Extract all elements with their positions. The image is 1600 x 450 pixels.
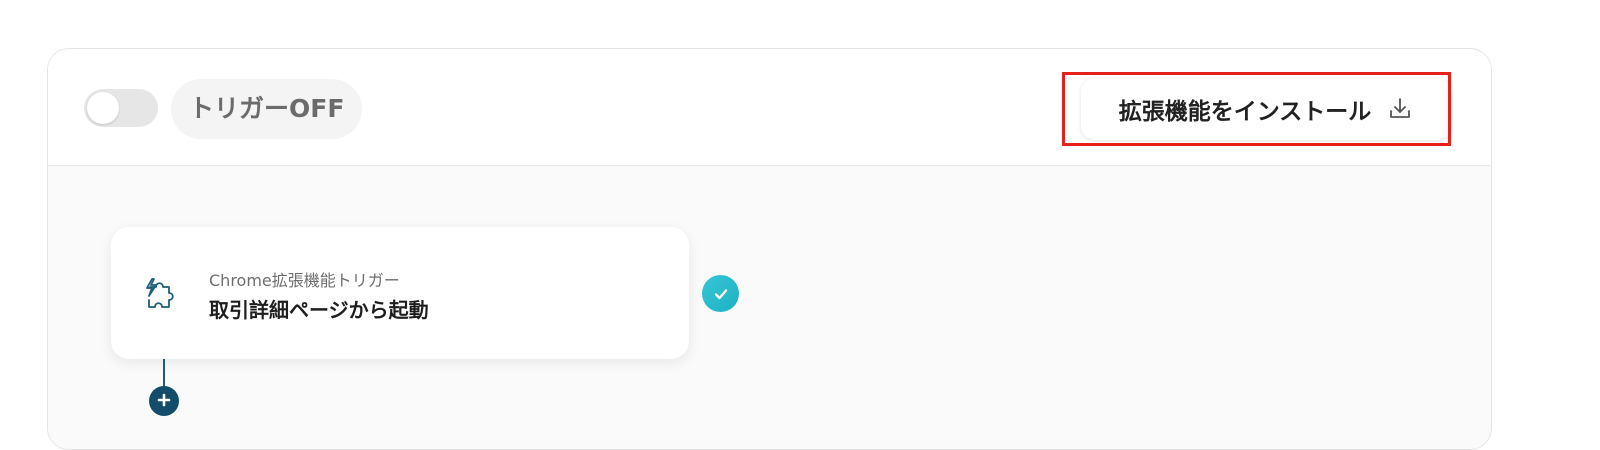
download-icon: [1387, 96, 1413, 122]
plus-icon: [157, 392, 171, 411]
install-extension-button[interactable]: 拡張機能をインストール: [1081, 78, 1451, 140]
puzzle-lightning-icon: [141, 273, 185, 317]
workflow-panel: トリガーOFF 拡張機能をインストール Chrome拡張機能トリガー 取引詳細ペ: [47, 48, 1492, 450]
workflow-header: トリガーOFF 拡張機能をインストール: [48, 49, 1491, 166]
install-extension-label: 拡張機能をインストール: [1118, 99, 1372, 125]
trigger-node-card[interactable]: Chrome拡張機能トリガー 取引詳細ページから起動: [111, 227, 689, 359]
toggle-knob: [87, 92, 119, 124]
trigger-status-label: トリガーOFF: [171, 79, 363, 139]
flow-canvas: Chrome拡張機能トリガー 取引詳細ページから起動: [48, 166, 1491, 449]
flow-connector: [163, 359, 165, 389]
trigger-toggle[interactable]: [84, 89, 158, 127]
add-step-button[interactable]: [149, 386, 179, 416]
check-icon: [702, 275, 739, 312]
node-title: 取引詳細ページから起動: [209, 298, 429, 322]
node-subtitle: Chrome拡張機能トリガー: [209, 271, 400, 290]
